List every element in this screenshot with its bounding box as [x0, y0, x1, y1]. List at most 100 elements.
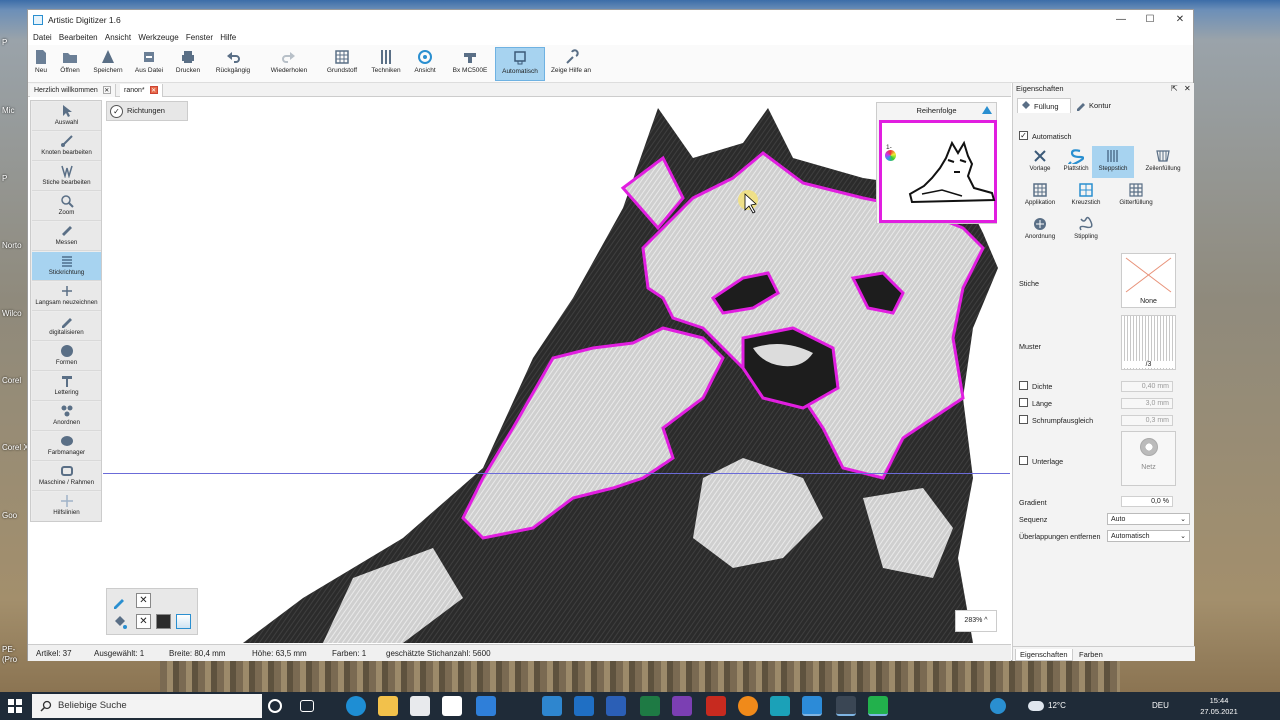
mail-icon[interactable] [542, 696, 562, 716]
tab-properties[interactable]: Eigenschaften [1015, 649, 1073, 661]
tool-measure[interactable]: Messen [32, 222, 101, 251]
tool-edit-nodes[interactable]: Knoten bearbeiten [32, 132, 101, 161]
menu-datei[interactable]: Datei [28, 30, 52, 45]
open-button[interactable]: Öffnen [57, 47, 83, 81]
automatic-checkbox[interactable]: ✓ [1019, 131, 1028, 140]
menu-ansicht[interactable]: Ansicht [100, 30, 131, 45]
gradient-input[interactable]: 0,0 % [1121, 496, 1173, 507]
stitch-arrangement[interactable]: Anordnung [1019, 214, 1061, 246]
tool-slow-redraw[interactable]: Langsam neuzeichnen [32, 282, 101, 311]
title-bar[interactable]: Artistic Digitizer 1.6 — ☐ ✕ [28, 10, 1193, 30]
light-color-swatch[interactable] [176, 614, 191, 629]
sequence-object-thumbnail[interactable]: 1- 37 [879, 120, 997, 223]
pin-icon[interactable]: ⇱ [1171, 83, 1178, 95]
weather-cloud-icon[interactable] [1028, 701, 1044, 711]
auto-digitize-button[interactable]: Automatisch [495, 47, 545, 81]
embroidery-design[interactable] [103, 98, 1010, 643]
desktop-icon-label[interactable]: Goo [2, 511, 17, 520]
desktop-icon-label[interactable]: Wilco [2, 309, 22, 318]
help-icon[interactable] [990, 698, 1006, 714]
menu-bearbeiten[interactable]: Bearbeiten [54, 30, 98, 45]
tab-outline[interactable]: Kontur [1073, 98, 1127, 113]
stitch-grid-fill[interactable]: Gitterfüllung [1111, 180, 1161, 212]
windows-start-icon[interactable] [8, 699, 22, 713]
app-icon[interactable] [868, 696, 888, 716]
save-button[interactable]: Speichern [91, 47, 125, 81]
stitch-row-fill[interactable]: Zeilenfüllung [1138, 146, 1188, 178]
zoom-level[interactable]: 283% ^ [955, 610, 997, 632]
collapse-arrow-icon[interactable] [982, 106, 992, 114]
desktop-icon-label[interactable]: Corel X [2, 443, 29, 452]
import-button[interactable]: Aus Datei [133, 47, 165, 81]
menu-fenster[interactable]: Fenster [181, 30, 213, 45]
sequence-select[interactable]: Auto ⌄ [1107, 513, 1190, 525]
edge-icon[interactable] [346, 696, 366, 716]
desktop-icon-label[interactable]: PE- [2, 645, 15, 654]
excel-icon[interactable] [640, 696, 660, 716]
tab-welcome[interactable]: Herzlich willkommen ✕ [30, 84, 116, 97]
undo-button[interactable]: Rückgängig [212, 47, 254, 81]
design-canvas[interactable] [103, 98, 1010, 643]
close-icon[interactable]: ✕ [149, 86, 158, 95]
outline-pen-icon[interactable] [112, 594, 127, 609]
stitch-stippling[interactable]: Stippling [1065, 214, 1107, 246]
shrink-comp-checkbox[interactable] [1019, 415, 1028, 424]
acrobat-icon[interactable] [706, 696, 726, 716]
amazon-icon[interactable] [442, 696, 462, 716]
language-indicator[interactable]: DEU [1152, 692, 1169, 720]
tab-colors[interactable]: Farben [1075, 649, 1107, 660]
tab-fill[interactable]: Füllung [1017, 98, 1071, 113]
firefox-icon[interactable] [738, 696, 758, 716]
tool-color-manager[interactable]: Farbmanager [32, 432, 101, 461]
app-icon[interactable] [836, 696, 856, 716]
stitch-cross[interactable]: Kreuzstich [1065, 180, 1107, 212]
app-icon[interactable] [770, 696, 790, 716]
techniques-button[interactable]: Techniken [369, 47, 403, 81]
tool-zoom[interactable]: Zoom [32, 192, 101, 221]
close-icon[interactable]: ✕ [102, 86, 111, 95]
desktop-icon-label[interactable]: P [2, 174, 7, 183]
underlay-checkbox[interactable] [1019, 456, 1028, 465]
tool-select[interactable]: Auswahl [32, 102, 101, 131]
clock[interactable]: 15:44 27.05.2021 [1200, 695, 1238, 717]
close-button[interactable]: ✕ [1169, 12, 1191, 28]
tool-edit-stitches[interactable]: Stiche bearbeiten [32, 162, 101, 191]
print-button[interactable]: Drucken [173, 47, 203, 81]
app-icon[interactable] [672, 696, 692, 716]
close-icon[interactable]: ✕ [1184, 83, 1191, 95]
dropbox-icon[interactable] [476, 696, 496, 716]
density-checkbox[interactable] [1019, 381, 1028, 390]
tool-arrange[interactable]: Anordnen [32, 402, 101, 431]
shrink-comp-input[interactable]: 0,3 mm [1121, 415, 1173, 426]
weather-temp[interactable]: 12°C [1048, 692, 1066, 720]
help-button[interactable]: Zeige Hilfe an [550, 47, 592, 81]
artistic-digitizer-taskbar-icon[interactable] [802, 696, 822, 716]
overlap-select[interactable]: Automatisch ⌄ [1107, 530, 1190, 542]
task-view-icon[interactable] [300, 700, 314, 712]
store-icon[interactable] [410, 696, 430, 716]
outlook-icon[interactable] [574, 696, 594, 716]
new-button[interactable]: Neu [31, 47, 51, 81]
cortana-icon[interactable] [268, 699, 282, 713]
taskbar-search[interactable]: Beliebige Suche [32, 694, 262, 718]
length-checkbox[interactable] [1019, 398, 1028, 407]
stitches-preview[interactable]: None [1121, 253, 1176, 308]
menu-hilfe[interactable]: Hilfe [215, 30, 236, 45]
tab-ranon[interactable]: ranon* ✕ [120, 84, 163, 97]
minimize-button[interactable]: — [1110, 12, 1132, 28]
no-outline-button[interactable]: ✕ [136, 593, 151, 608]
fill-bucket-icon[interactable] [112, 615, 127, 630]
desktop-icon-label[interactable]: Norto [2, 241, 22, 250]
guide-line[interactable] [103, 473, 1010, 474]
stitch-applique[interactable]: Applikation [1019, 180, 1061, 212]
no-fill-button[interactable]: ✕ [136, 614, 151, 629]
tool-shapes[interactable]: Formen [32, 342, 101, 371]
density-input[interactable]: 0,40 mm [1121, 381, 1173, 392]
file-explorer-icon[interactable] [378, 696, 398, 716]
dark-color-swatch[interactable] [156, 614, 171, 629]
tool-lettering[interactable]: Lettering [32, 372, 101, 401]
maximize-button[interactable]: ☐ [1139, 12, 1161, 28]
desktop-icon-label[interactable]: Corel [2, 376, 21, 385]
desktop-icon-label[interactable]: P [2, 38, 7, 47]
machine-select-button[interactable]: Bx MC500E [450, 47, 490, 81]
